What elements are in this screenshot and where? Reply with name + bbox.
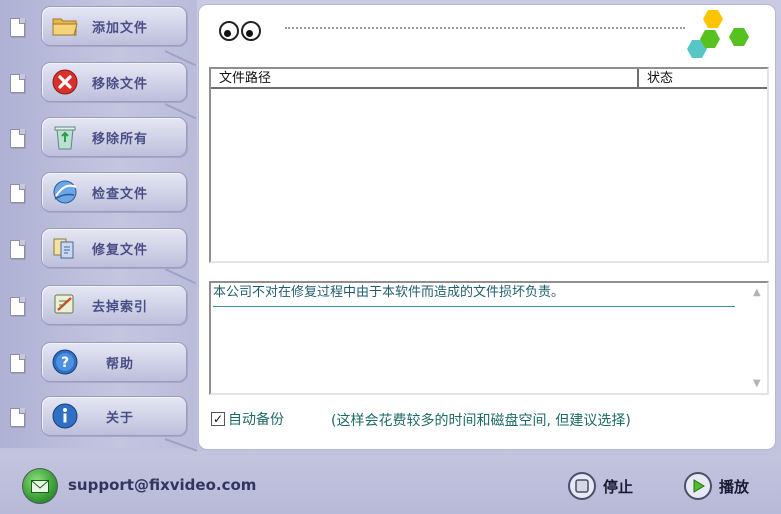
scroll-down-icon[interactable]: ▼	[753, 378, 761, 389]
help-button[interactable]: ? 帮助	[41, 342, 187, 382]
support-email-link[interactable]: support@fixvideo.com	[68, 476, 256, 494]
check-file-button[interactable]: 检查文件	[41, 172, 187, 212]
disclaimer-text: 本公司不对在修复过程中由于本软件而造成的文件损坏负责。	[213, 285, 735, 307]
stop-label: 停止	[603, 477, 634, 496]
remove-file-label: 移除文件	[92, 76, 149, 92]
auto-backup-checkbox[interactable]: ✓	[211, 412, 225, 426]
add-file-label: 添加文件	[92, 20, 149, 36]
help-icon: ?	[52, 349, 78, 375]
file-table[interactable]: 文件路径 状态	[209, 67, 769, 263]
repair-files-icon	[52, 235, 78, 261]
repair-file-button[interactable]: 修复文件	[41, 228, 187, 268]
stop-icon	[568, 472, 596, 500]
recycle-bin-icon	[52, 124, 78, 150]
sidebar-row-repair-file: 修复文件	[0, 228, 197, 268]
sidebar-row-about: 关于	[0, 396, 197, 436]
about-button[interactable]: 关于	[41, 396, 187, 436]
svg-text:?: ?	[61, 355, 69, 371]
sidebar-row-remove-file: 移除文件	[0, 62, 197, 102]
remove-all-button[interactable]: 移除所有	[41, 117, 187, 157]
eyes-logo-icon	[219, 21, 261, 41]
document-icon	[10, 354, 25, 373]
remove-index-label: 去掉索引	[92, 299, 149, 315]
column-header-file-path[interactable]: 文件路径	[211, 69, 639, 87]
backup-note: (这样会花费较多的时间和磁盘空间, 但建议选择)	[331, 413, 631, 429]
remove-index-button[interactable]: 去掉索引	[41, 285, 187, 325]
hexagons-logo-icon	[681, 7, 761, 63]
help-label: 帮助	[106, 356, 135, 372]
message-scrollbar[interactable]: ▲ ▼	[749, 283, 767, 393]
mail-icon[interactable]	[22, 468, 58, 504]
remove-all-label: 移除所有	[92, 131, 149, 147]
sidebar-row-add-file: 添加文件	[0, 6, 197, 46]
sidebar-row-check-file: 检查文件	[0, 172, 197, 212]
check-file-label: 检查文件	[92, 186, 149, 202]
check-globe-icon	[52, 179, 78, 205]
play-button[interactable]: 播放	[684, 472, 749, 500]
folder-icon	[52, 13, 78, 39]
table-header: 文件路径 状态	[211, 69, 767, 89]
sidebar-row-remove-index: 去掉索引	[0, 285, 197, 325]
auto-backup-option[interactable]: ✓ 自动备份	[211, 409, 284, 429]
auto-backup-label: 自动备份	[228, 412, 284, 428]
column-header-status[interactable]: 状态	[639, 69, 767, 87]
about-label: 关于	[106, 410, 135, 426]
document-icon	[10, 129, 25, 148]
document-icon	[10, 184, 25, 203]
info-icon	[52, 403, 78, 429]
message-box[interactable]: 本公司不对在修复过程中由于本软件而造成的文件损坏负责。 ▲ ▼	[209, 281, 769, 395]
connector-line	[164, 268, 197, 285]
play-label: 播放	[719, 477, 750, 496]
sidebar: 添加文件 移除文件 移除所有 检查文件 修复文件 去掉索引 ? 帮助 关于	[0, 0, 198, 452]
dotted-divider	[285, 27, 685, 29]
stop-button[interactable]: 停止	[568, 472, 633, 500]
main-panel: 文件路径 状态 本公司不对在修复过程中由于本软件而造成的文件损坏负责。 ▲ ▼ …	[198, 4, 776, 450]
add-file-button[interactable]: 添加文件	[41, 6, 187, 46]
document-icon	[10, 297, 25, 316]
document-icon	[10, 240, 25, 259]
sidebar-row-remove-all: 移除所有	[0, 117, 197, 157]
remove-icon	[52, 69, 78, 95]
document-icon	[10, 408, 25, 427]
sidebar-row-help: ? 帮助	[0, 342, 197, 382]
remove-file-button[interactable]: 移除文件	[41, 62, 187, 102]
document-icon	[10, 74, 25, 93]
repair-file-label: 修复文件	[92, 242, 149, 258]
scroll-up-icon[interactable]: ▲	[753, 287, 761, 298]
footer-bar: support@fixvideo.com 停止 播放	[0, 452, 781, 514]
connector-line	[164, 438, 198, 452]
remove-index-icon	[52, 292, 78, 318]
play-icon	[684, 472, 712, 500]
document-icon	[10, 18, 25, 37]
